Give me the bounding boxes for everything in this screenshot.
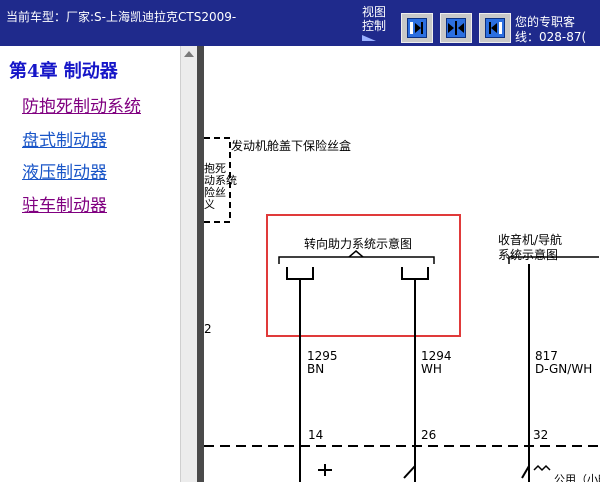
hotline-line2: 线：028-87(	[515, 30, 587, 44]
fuse-box-label: 发动机舱盖下保险丝盒	[231, 139, 352, 153]
wiring-diagram: 发动机舱盖下保险丝盒 抱死 动系统 险丝 义 2 转向助力系统示意图 收音机/导…	[204, 46, 600, 482]
fuse-box-partial-text: 抱死 动系统 险丝 义	[204, 162, 237, 211]
scroll-up-icon[interactable]	[184, 51, 194, 57]
view-control-arrow-icon	[362, 35, 376, 41]
view-control-line2: 控制	[362, 19, 387, 33]
pin-32-label: 32	[533, 428, 549, 442]
pin-14-label: 14	[308, 428, 324, 442]
split-view-icon	[446, 18, 466, 38]
link-hydraulic-brake[interactable]: 液压制动器	[22, 158, 107, 183]
split-view-button[interactable]	[440, 13, 472, 43]
link-parking-brake[interactable]: 驻车制动器	[22, 191, 107, 216]
pane-splitter[interactable]	[197, 46, 204, 482]
previous-page-icon	[485, 18, 505, 38]
wiring-diagram-graphics	[204, 137, 600, 482]
chapter-title: 第4章 制动器	[9, 61, 118, 82]
partial-number: 2	[204, 322, 212, 336]
power-steering-diagram-label[interactable]: 转向助力系统示意图	[304, 235, 412, 252]
sidebar-scrollbar[interactable]	[180, 46, 197, 482]
bottom-partial-text: 公用（小时	[554, 473, 600, 482]
top-toolbar: 当前车型：厂家:S-上海凯迪拉克CTS2009- 视图 控制 您的专职客 线：0…	[0, 0, 600, 46]
service-hotline: 您的专职客 线：028-87(	[515, 15, 600, 45]
hotline-line1: 您的专职客	[515, 15, 576, 29]
link-abs-brake-system[interactable]: 防抱死制动系统	[22, 92, 141, 117]
view-control-line1: 视图	[362, 5, 387, 19]
current-vehicle-info: 当前车型：厂家:S-上海凯迪拉克CTS2009-	[6, 10, 237, 24]
view-control-label[interactable]: 视图 控制	[362, 5, 387, 41]
next-page-button[interactable]	[401, 13, 433, 43]
next-page-icon	[407, 18, 427, 38]
chapter-sidebar: 第4章 制动器 防抱死制动系统 盘式制动器 液压制动器 驻车制动器	[0, 46, 180, 482]
wire-817-label: 817 D-GN/WH	[535, 349, 593, 376]
previous-page-button[interactable]	[479, 13, 511, 43]
pin-26-label: 26	[421, 428, 437, 442]
radio-nav-diagram-label[interactable]: 收音机/导航 系统示意图	[498, 233, 562, 263]
link-disc-brake[interactable]: 盘式制动器	[22, 126, 107, 151]
wire-1295-label: 1295 BN	[307, 349, 338, 376]
wire-1294-label: 1294 WH	[421, 349, 452, 376]
